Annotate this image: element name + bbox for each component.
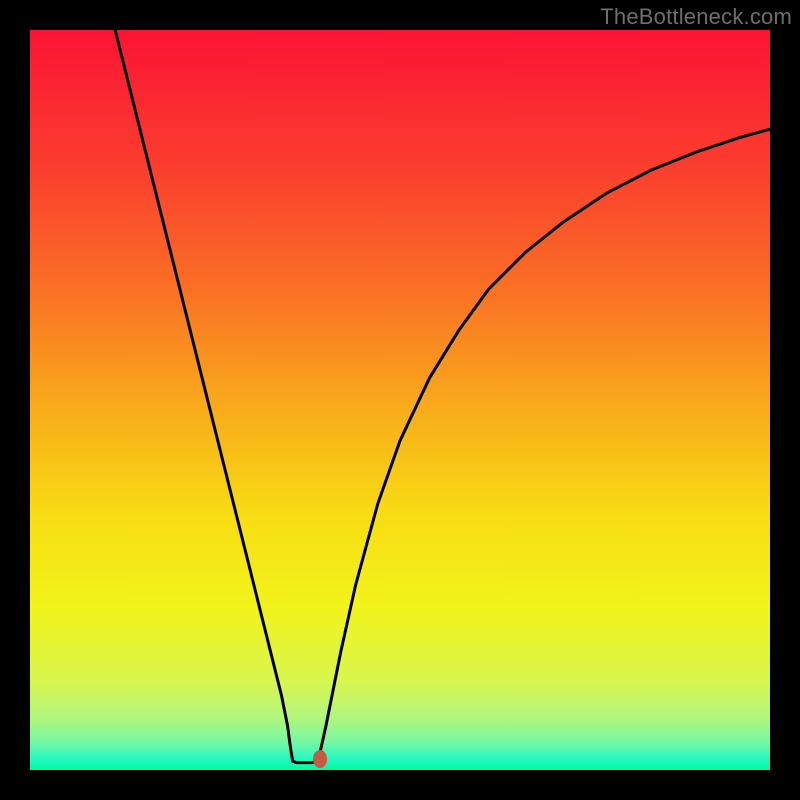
bottleneck-curve: [115, 30, 770, 763]
curve-layer: [30, 30, 770, 770]
chart-frame: TheBottleneck.com: [0, 0, 800, 800]
optimal-point-marker: [313, 750, 327, 768]
watermark-text: TheBottleneck.com: [600, 4, 792, 30]
plot-area: [30, 30, 770, 770]
